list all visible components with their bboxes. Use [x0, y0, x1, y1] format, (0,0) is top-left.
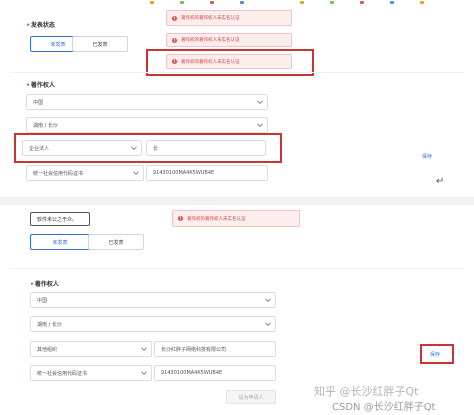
id-number-input[interactable]: 91430100MA4K5WUB4E — [154, 365, 276, 381]
id-type-select[interactable]: 统一社会信用代码证书 — [30, 365, 152, 381]
toolbar-icon — [300, 1, 304, 4]
section-divider — [10, 72, 464, 73]
owner-type-value: 其他组织 — [37, 346, 58, 353]
error-toast: ! 著作权的著作权人未实名认证 — [166, 54, 292, 69]
toolbar-icon — [210, 1, 214, 4]
owner-type-value: 企业法人 — [29, 145, 50, 152]
error-icon: ! — [178, 216, 183, 221]
region-value: 湖南 / 长沙 — [37, 321, 62, 328]
id-number-input[interactable]: 91430100MA4K5WUB4E — [146, 165, 268, 181]
toolbar-icon — [420, 1, 424, 4]
error-toast: ! 著作权的著作权人未实名认证 — [172, 210, 300, 227]
publish-status-text: 发表状态 — [30, 22, 55, 29]
enter-icon: ↵ — [436, 176, 445, 187]
chevron-down-icon — [141, 369, 147, 376]
unpublished-button[interactable]: 未发表 — [30, 234, 90, 250]
copyright-owner-text: 著作权人 — [30, 82, 55, 89]
copyright-owner-label: •著作权人 — [30, 281, 59, 288]
toast-text: 著作权的著作权人未实名认证 — [181, 16, 240, 21]
toast-text: 著作权的著作权人未实名认证 — [181, 38, 240, 43]
id-type-select[interactable]: 统一社会信用代码证书 — [26, 165, 144, 181]
id-number-value: 91430100MA4K5WUB4E — [161, 370, 223, 376]
error-toast: ! 著作权的著作权人未实名认证 — [166, 33, 292, 47]
copyright-owner-text: 著作权人 — [34, 281, 59, 288]
save-link[interactable]: 保存 — [422, 153, 432, 160]
country-value: 中国 — [37, 297, 48, 304]
chevron-down-icon — [265, 320, 271, 327]
copyright-owner-label: •著作权人 — [26, 82, 55, 89]
toolbar-icon — [360, 1, 364, 4]
chevron-down-icon — [257, 98, 263, 105]
country-select[interactable]: 中国 — [26, 94, 268, 110]
error-toast: ! 著作权的著作权人未实名认证 — [166, 10, 292, 26]
owner-name-value: 长 — [153, 145, 159, 152]
published-button[interactable]: 已发表 — [88, 234, 144, 250]
owner-type-select[interactable]: 其他组织 — [30, 341, 152, 357]
save-link[interactable]: 保存 — [430, 351, 440, 358]
unpublished-tag: 软件未公之于众。 — [30, 212, 90, 226]
chevron-down-icon — [141, 345, 147, 352]
chevron-down-icon — [133, 169, 139, 176]
set-as-applicant-button[interactable]: 设为申请人 — [226, 390, 276, 404]
toast-text: 著作权的著作权人未实名认证 — [181, 59, 240, 65]
country-value: 中国 — [33, 99, 44, 106]
region-select[interactable]: 湖南 / 长沙 — [30, 316, 276, 332]
country-select[interactable]: 中国 — [30, 292, 276, 308]
owner-name-input[interactable]: 长沙红胖子网络科技有限公司 — [154, 341, 276, 357]
id-type-value: 统一社会信用代码证书 — [37, 370, 88, 377]
owner-type-select[interactable]: 企业法人 — [22, 140, 142, 156]
published-button[interactable]: 已发表 — [72, 36, 128, 52]
owner-name-value: 长沙红胖子网络科技有限公司 — [161, 346, 227, 353]
toolbar-icon — [150, 1, 154, 4]
id-type-value: 统一社会信用代码证书 — [33, 170, 84, 177]
chevron-down-icon — [265, 296, 271, 303]
screenshot-separator — [0, 197, 474, 205]
region-select[interactable]: 湖南 / 长沙 — [26, 117, 268, 133]
toolbar-icon — [180, 1, 184, 4]
section-divider — [10, 268, 464, 269]
error-icon: ! — [172, 37, 177, 43]
watermark: 知乎 @长沙红胖子Qt — [314, 385, 419, 398]
publish-status-label: •发表状态 — [26, 22, 55, 29]
toolbar-icon — [330, 1, 334, 4]
tag-text: 软件未公之于众。 — [37, 216, 78, 223]
toolbar-icon — [390, 1, 394, 4]
toolbar-strip — [0, 0, 474, 6]
toast-text: 著作权的著作权人未实名认证 — [187, 216, 246, 222]
error-icon: ! — [172, 15, 177, 21]
toolbar-icon — [240, 1, 244, 4]
error-icon: ! — [172, 59, 177, 64]
watermark: CSDN @长沙红胖子Qt — [332, 402, 436, 413]
chevron-down-icon — [131, 144, 137, 151]
region-value: 湖南 / 长沙 — [33, 122, 58, 129]
chevron-down-icon — [257, 121, 263, 128]
owner-name-input[interactable]: 长 — [146, 140, 266, 156]
id-number-value: 91430100MA4K5WUB4E — [153, 170, 215, 176]
